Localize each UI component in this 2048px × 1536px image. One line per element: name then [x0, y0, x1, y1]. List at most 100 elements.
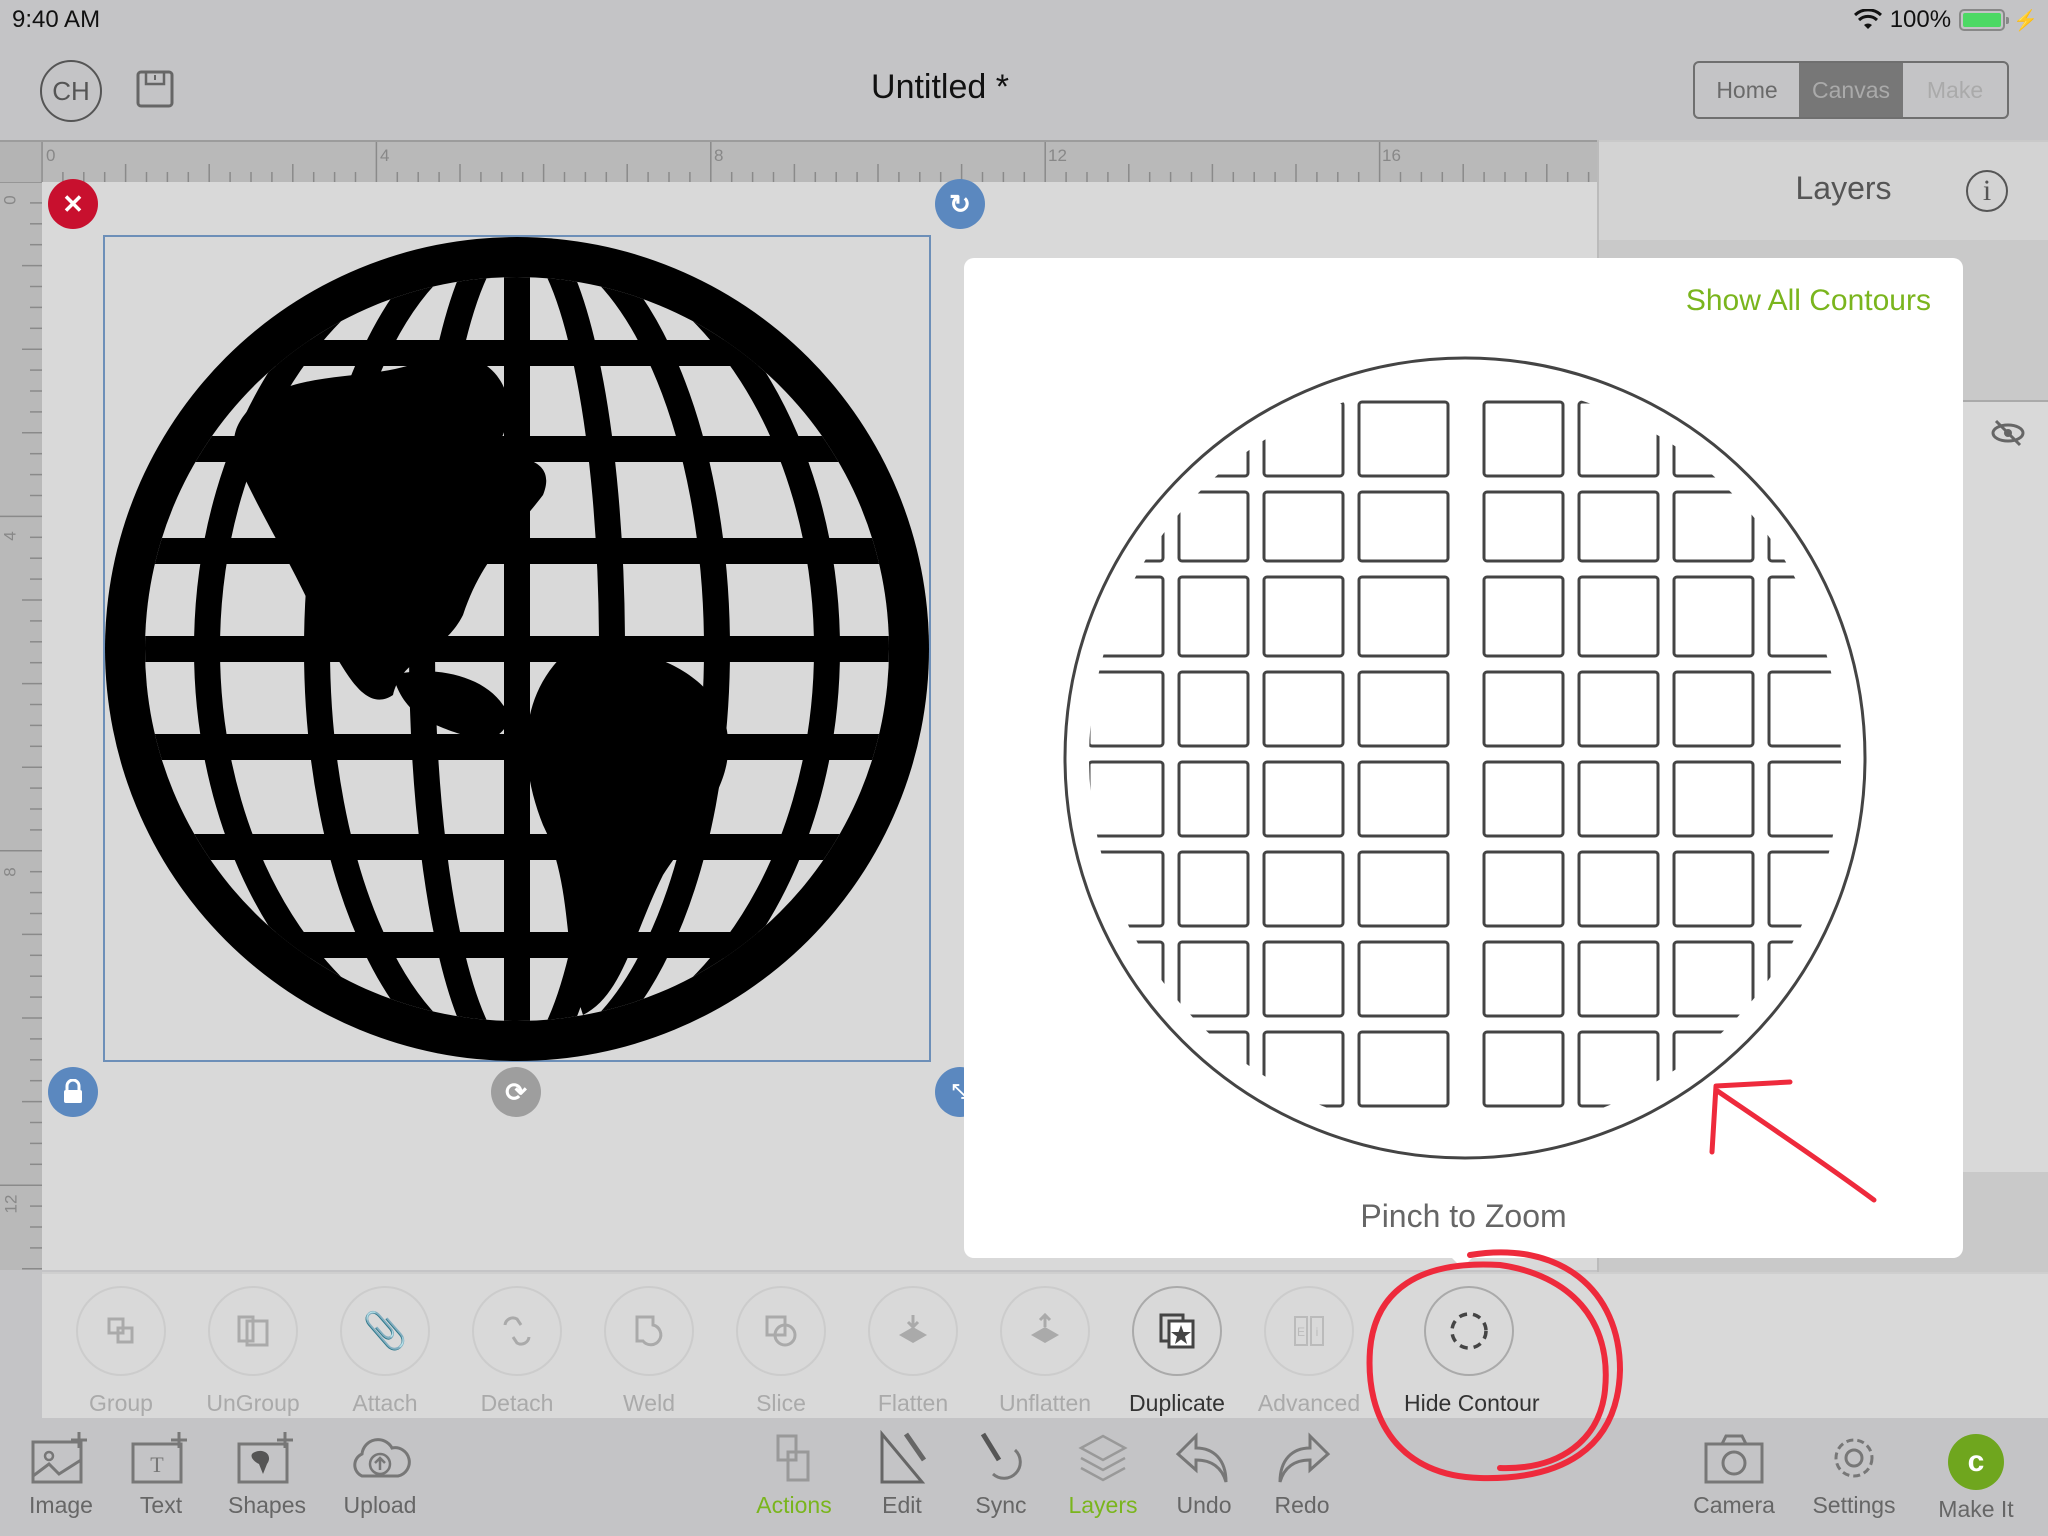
ungroup-button[interactable]: UnGroup	[188, 1286, 318, 1417]
contour-preview[interactable]	[1061, 354, 1869, 1162]
ungroup-label: UnGroup	[206, 1390, 300, 1416]
contour-cell	[1357, 575, 1450, 658]
flip-handle[interactable]: ⟳	[491, 1067, 541, 1117]
detach-button[interactable]: Detach	[452, 1286, 582, 1417]
tab-make[interactable]: Make	[1903, 63, 2007, 117]
ruler-vertical: 0 4 8 12	[0, 182, 42, 1270]
eye-hidden-icon[interactable]	[1990, 418, 2026, 448]
contour-cell	[1482, 400, 1565, 478]
make-it-button[interactable]: c Make It	[1921, 1430, 2031, 1523]
contour-cell	[1177, 575, 1250, 658]
unflatten-button[interactable]: Unflatten	[980, 1286, 1110, 1417]
contour-cell	[1767, 670, 1841, 748]
upload-label: Upload	[343, 1492, 417, 1518]
tab-home[interactable]: Home	[1695, 63, 1799, 117]
close-icon: ✕	[62, 188, 84, 219]
advanced-label: Advanced	[1257, 1390, 1361, 1416]
camera-button[interactable]: Camera	[1679, 1430, 1789, 1519]
group-button[interactable]: Group	[56, 1286, 186, 1417]
duplicate-button[interactable]: Duplicate	[1112, 1286, 1242, 1417]
slice-icon	[765, 1315, 797, 1347]
contour-cell	[1262, 575, 1345, 658]
actions-button[interactable]: Actions	[739, 1430, 849, 1519]
flatten-button[interactable]: Flatten	[848, 1286, 978, 1417]
delete-handle[interactable]: ✕	[48, 179, 98, 229]
contour-cell	[1357, 670, 1450, 748]
contour-cell	[1357, 490, 1450, 563]
contour-cell	[1089, 1030, 1165, 1108]
duplicate-icon	[1159, 1313, 1195, 1349]
group-label: Group	[89, 1390, 153, 1416]
hide-contour-button[interactable]: Hide Contour	[1404, 1286, 1540, 1417]
upload-button[interactable]: Upload	[325, 1430, 435, 1519]
redo-icon	[1278, 1432, 1331, 1483]
ruler-h-label: 12	[1048, 146, 1067, 165]
weld-button[interactable]: Weld	[584, 1286, 714, 1417]
contour-cell	[1089, 760, 1165, 838]
contour-cell	[1357, 940, 1450, 1018]
contour-cell	[1577, 850, 1660, 928]
advanced-button[interactable]: Ei Advanced	[1244, 1286, 1374, 1417]
globe-image[interactable]	[103, 235, 931, 1063]
slice-button[interactable]: Slice	[716, 1286, 846, 1417]
contour-cell	[1089, 575, 1165, 658]
contour-cell	[1089, 490, 1165, 563]
image-button[interactable]: Image	[6, 1430, 116, 1519]
contour-cell	[1177, 850, 1250, 928]
redo-label: Redo	[1274, 1492, 1330, 1518]
contour-cell	[1089, 400, 1165, 478]
sync-button[interactable]: Sync	[946, 1430, 1056, 1519]
edit-button[interactable]: Edit	[847, 1430, 957, 1519]
status-time: 9:40 AM	[12, 6, 101, 33]
weld-icon	[635, 1315, 663, 1347]
contour-cell	[1357, 760, 1450, 838]
make-it-icon: c	[1948, 1434, 2004, 1490]
make-it-label: Make It	[1938, 1496, 2014, 1522]
lock-handle[interactable]	[48, 1067, 98, 1117]
group-icon	[107, 1317, 134, 1344]
contour-cell	[1357, 850, 1450, 928]
contour-cell	[1357, 1030, 1450, 1108]
contour-cell	[1482, 670, 1565, 748]
text-button[interactable]: T Text	[106, 1430, 216, 1519]
contour-cell	[1177, 400, 1250, 478]
battery-percent: 100%	[1889, 6, 1952, 33]
ruler-h-label: 8	[714, 146, 724, 165]
paperclip-icon: 📎	[362, 1310, 408, 1351]
battery-icon	[1959, 9, 2010, 31]
layers-button[interactable]: Layers	[1048, 1430, 1158, 1519]
pinch-to-zoom-hint: Pinch to Zoom	[1360, 1198, 1567, 1234]
contour-cell	[1177, 940, 1250, 1018]
info-icon[interactable]: i	[1966, 170, 2008, 212]
contour-cell	[1482, 760, 1565, 838]
tab-canvas[interactable]: Canvas	[1799, 63, 1903, 117]
edit-icon	[880, 1430, 927, 1484]
redo-button[interactable]: Redo	[1247, 1430, 1357, 1519]
show-all-contours-button[interactable]: Show All Contours	[1686, 284, 1931, 318]
contour-cell	[1262, 1030, 1345, 1108]
settings-button[interactable]: Settings	[1799, 1430, 1909, 1519]
contour-cell	[1357, 400, 1450, 478]
ungroup-icon	[237, 1315, 269, 1347]
unflatten-icon	[1031, 1312, 1059, 1343]
advanced-icon: Ei	[1294, 1316, 1324, 1346]
shapes-label: Shapes	[227, 1492, 306, 1518]
contour-cell	[1672, 670, 1755, 748]
actions-icon	[776, 1434, 810, 1482]
contour-cell	[1672, 760, 1755, 838]
contour-cell	[1482, 850, 1565, 928]
bottom-toolbar: Image T Text Shapes Upload Actions Edit …	[0, 1418, 2048, 1536]
flatten-icon	[899, 1315, 927, 1343]
layers-label: Layers	[1068, 1492, 1138, 1518]
shapes-button[interactable]: Shapes	[212, 1430, 322, 1519]
contour-popover: Show All Contours Pinch to Zoom	[964, 258, 1963, 1258]
attach-button[interactable]: 📎 Attach	[320, 1286, 450, 1417]
contour-cell	[1089, 850, 1165, 928]
contour-cell	[1767, 1030, 1841, 1108]
actions-label: Actions	[756, 1492, 832, 1518]
sync-label: Sync	[975, 1492, 1027, 1518]
wifi-icon	[1853, 9, 1882, 29]
contour-cell	[1482, 1030, 1565, 1108]
rotate-handle[interactable]: ↻	[935, 179, 985, 229]
undo-button[interactable]: Undo	[1149, 1430, 1259, 1519]
